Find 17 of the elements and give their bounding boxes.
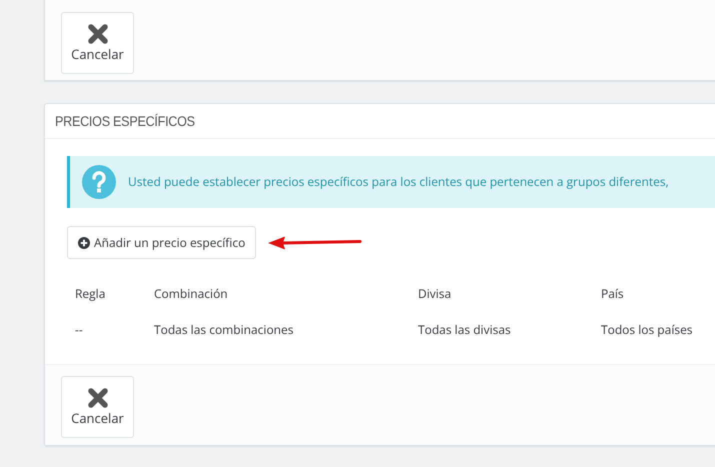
add-button[interactable]: Añadir un precio específico (67, 226, 256, 259)
cancel-button[interactable]: Cancelar (61, 376, 134, 438)
column-header: País (601, 285, 625, 303)
close-icon (86, 387, 108, 409)
info-text: Usted puede establecer precios específicos para los clientes que pertenecen a grupos diferentes, (128, 173, 669, 191)
cancel-button[interactable]: Cancelar (61, 12, 134, 74)
close-icon (86, 23, 108, 45)
table-cell-text: Todos los países (601, 321, 694, 339)
table-cell-text: Todas las divisas (418, 321, 512, 339)
column-header: Divisa (418, 285, 452, 303)
help-icon (82, 165, 116, 199)
column-header: Combinación (154, 285, 229, 303)
table-cell-text: -- (75, 321, 84, 339)
table-cell-text: Todas las combinaciones (154, 321, 294, 339)
column-header: Regla (75, 285, 106, 303)
panel-title: PRECIOS ESPECÍFICOS (55, 112, 195, 130)
plus-circle-icon (78, 236, 90, 248)
